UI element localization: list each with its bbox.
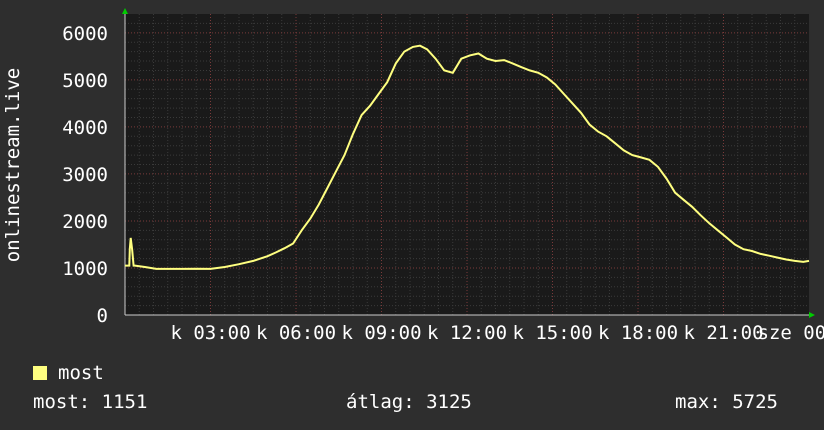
stat-current: most: 1151 — [33, 391, 148, 413]
y-tick-label: 6000 — [62, 23, 108, 45]
y-tick-label: 5000 — [62, 70, 108, 92]
y-tick-label: 0 — [97, 305, 108, 327]
x-tick-label: k 06:00 — [256, 322, 336, 344]
x-tick-label: k 12:00 — [427, 322, 507, 344]
stat-average: átlag: 3125 — [346, 391, 472, 413]
legend: most — [33, 362, 104, 384]
y-tick-label: 1000 — [62, 258, 108, 280]
legend-swatch — [33, 366, 47, 380]
legend-label: most — [58, 362, 104, 384]
x-tick-label: k 15:00 — [512, 322, 592, 344]
x-tick-label: sze 00:00 — [758, 322, 824, 344]
y-axis-arrow — [122, 8, 128, 14]
x-tick-label: k 03:00 — [170, 322, 250, 344]
y-tick-label: 2000 — [62, 211, 108, 233]
chart: 0 1000 2000 3000 4000 5000 6000 k 03:00 k 06:00… — [2, 8, 824, 344]
y-tick-label: 4000 — [62, 117, 108, 139]
y-axis-label: onlinestream.live — [2, 68, 24, 262]
x-tick-labels: k 03:00 k 06:00 k 09:00 k 12:00 k 15:00 k 18:… — [170, 322, 824, 344]
x-tick-label: k 18:00 — [598, 322, 678, 344]
y-tick-labels: 0 1000 2000 3000 4000 5000 6000 — [62, 23, 108, 327]
x-axis-arrow — [809, 312, 815, 318]
x-tick-label: k 21:00 — [683, 322, 763, 344]
y-tick-label: 3000 — [62, 164, 108, 186]
x-tick-label: k 09:00 — [341, 322, 421, 344]
stat-maximum: max: 5725 — [675, 391, 778, 413]
